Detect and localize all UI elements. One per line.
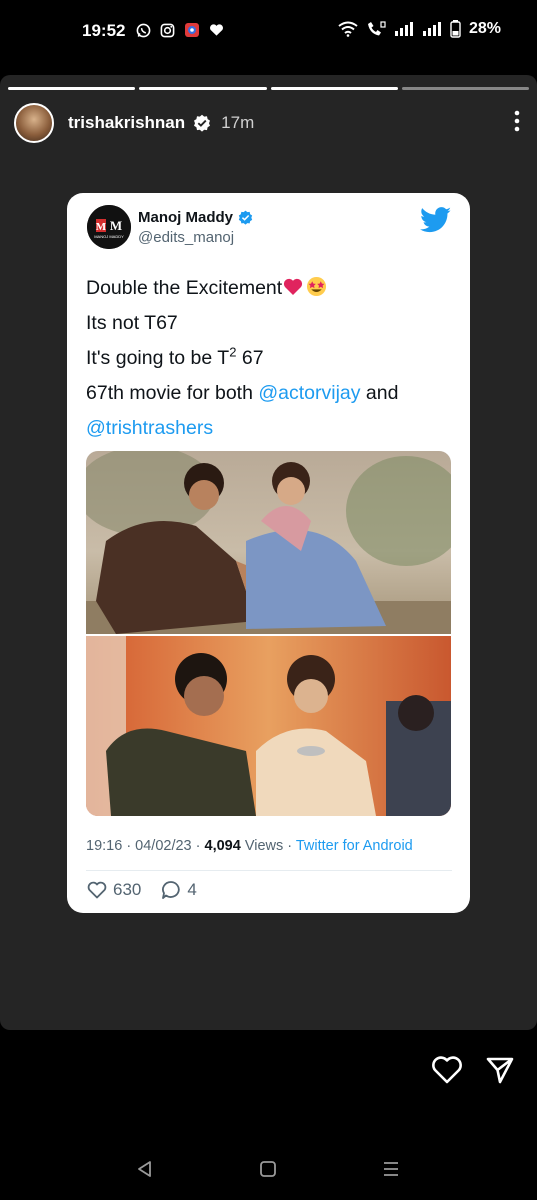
tweet-metadata: 19:16 · 04/02/23 · 4,094 Views · Twitter…: [86, 838, 413, 854]
call-icon: [367, 21, 386, 36]
battery-icon: [450, 20, 461, 38]
tweet-source: Twitter for Android: [295, 838, 413, 854]
story-progress: [8, 87, 529, 90]
tweet-likes: 630: [87, 880, 141, 900]
app-icon: [185, 23, 199, 37]
reply-bubble-icon: [162, 881, 181, 899]
back-icon[interactable]: [136, 1160, 154, 1178]
whatsapp-icon: [136, 23, 151, 37]
progress-segment-current: [401, 87, 529, 90]
like-heart-icon[interactable]: [431, 1055, 463, 1085]
story-username[interactable]: trishakrishnan: [68, 113, 185, 133]
progress-segment: [139, 87, 267, 90]
avatar[interactable]: [14, 103, 54, 143]
system-nav-bar: [0, 1150, 537, 1190]
story-viewer[interactable]: trishakrishnan 17m M M MANOJ MADDY Manoj…: [0, 75, 537, 1030]
wifi-icon: [338, 21, 358, 37]
mention-trishtrashers[interactable]: @trishtrashers: [86, 417, 213, 439]
likes-count: 630: [113, 880, 142, 899]
heart-icon: [210, 24, 223, 36]
tweet-line-1: Double the Excitement: [86, 277, 283, 299]
avatar-letter-1: M: [96, 221, 107, 233]
signal-icon: [422, 22, 441, 36]
signal-icon: [394, 22, 413, 36]
tweet-author-name: Manoj Maddy: [138, 209, 253, 226]
verified-badge-icon: [238, 210, 253, 225]
more-options-icon[interactable]: [511, 109, 523, 133]
tweet-photo: [86, 451, 451, 816]
mention-actorvijay[interactable]: @actorvijay: [258, 382, 360, 404]
tweet-line-2: Its not T67: [86, 312, 178, 334]
tweet-actions: 630 4: [87, 880, 217, 900]
like-heart-icon: [87, 881, 107, 899]
system-icons: 28%: [338, 20, 501, 38]
home-icon[interactable]: [259, 1160, 277, 1178]
divider: [86, 870, 452, 871]
avatar-letter-2: M: [110, 218, 122, 233]
progress-segment: [270, 87, 398, 90]
story-actions: [431, 1055, 515, 1085]
tweet-replies: 4: [161, 880, 197, 900]
tweet-card: M M MANOJ MADDY Manoj Maddy @edits_manoj…: [67, 193, 470, 913]
progress-segment: [8, 87, 136, 90]
tweet-text: Double the Excitement Its not T67 It's g…: [86, 271, 456, 446]
status-bar: 19:52 28%: [0, 0, 537, 62]
red-heart-emoji: [284, 278, 303, 295]
twitter-logo-icon: [420, 207, 452, 233]
notification-icons: [136, 22, 224, 38]
share-send-icon[interactable]: [485, 1055, 515, 1085]
battery-percent: 28%: [468, 20, 501, 37]
tweet-line-4: 67th movie for both @actorvijay and: [86, 382, 399, 404]
status-time: 19:52: [82, 21, 126, 40]
story-time-ago: 17m: [221, 113, 255, 132]
tweet-author-handle: @edits_manoj: [138, 229, 235, 246]
instagram-icon: [160, 23, 175, 37]
tweet-avatar: M M MANOJ MADDY: [87, 205, 131, 249]
star-struck-emoji: [307, 276, 327, 297]
tweet-views-count: 4,094: [204, 838, 241, 854]
replies-count: 4: [187, 880, 197, 899]
recent-apps-icon[interactable]: [382, 1160, 400, 1178]
tweet-timestamp: 19:16 · 04/02/23 ·: [86, 838, 205, 854]
tweet-line-3: It's going to be T2 67: [86, 344, 264, 370]
avatar-subtext: MANOJ MADDY: [94, 234, 124, 239]
story-header: trishakrishnan 17m: [14, 101, 523, 145]
verified-badge-icon: [194, 114, 211, 132]
